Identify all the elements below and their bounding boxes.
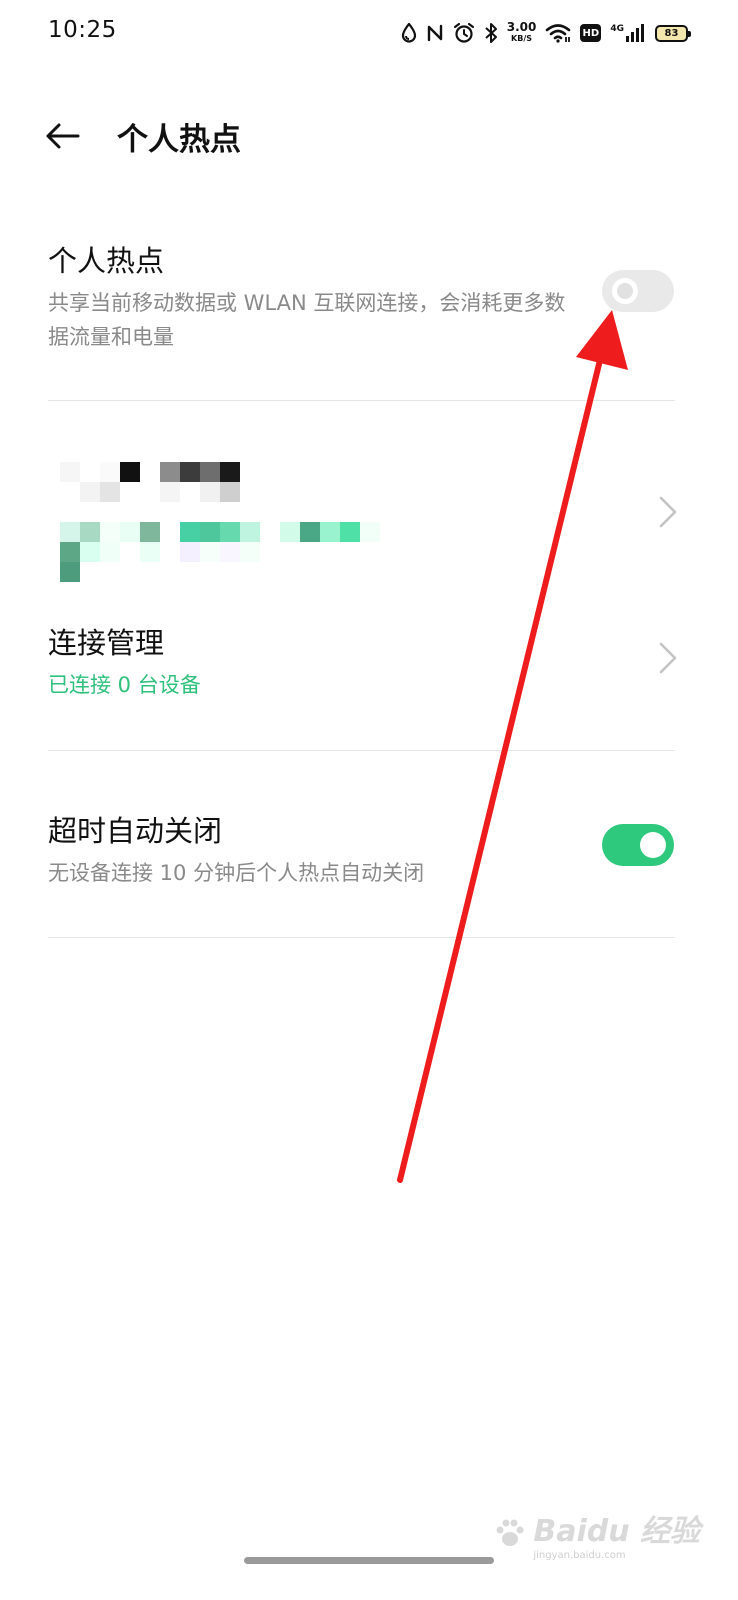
auto-off-title: 超时自动关闭 xyxy=(48,814,223,848)
toggle-knob xyxy=(612,278,638,304)
battery-indicator: 83 xyxy=(655,24,691,42)
wifi-icon xyxy=(546,24,571,43)
baidu-watermark: Baidu 经验 jingyan.baidu.com xyxy=(493,1506,700,1561)
status-icons: 3.00 KB/S HD 4G 83 xyxy=(401,18,691,48)
app-header: 个人热点 xyxy=(0,100,738,170)
hotspot-title: 个人热点 xyxy=(48,244,165,278)
connected-devices-count: 已连接 0 台设备 xyxy=(48,673,201,697)
status-time: 10:25 xyxy=(48,17,117,43)
paw-icon xyxy=(496,1519,524,1546)
watermark-text-group: Baidu 经验 jingyan.baidu.com xyxy=(533,1506,700,1561)
connection-management-title: 连接管理 xyxy=(48,626,165,660)
bluetooth-icon xyxy=(485,23,497,43)
toggle-knob xyxy=(640,832,666,858)
watermark-sub: jingyan.baidu.com xyxy=(533,1550,626,1561)
redacted-network-name xyxy=(60,462,260,502)
cell-signal-icon xyxy=(626,24,644,42)
hotspot-subtitle: 共享当前移动数据或 WLAN 互联网连接，会消耗更多数据流量和电量 xyxy=(48,291,566,349)
auto-off-toggle[interactable] xyxy=(602,824,674,866)
network-type: 4G xyxy=(610,24,624,34)
divider xyxy=(48,400,675,401)
water-drop-icon xyxy=(401,23,416,43)
nfc-icon xyxy=(427,24,442,42)
cell-signal: 4G xyxy=(610,23,646,43)
back-arrow-icon xyxy=(46,123,80,149)
connection-management-row[interactable]: 连接管理 已连接 0 台设备 xyxy=(48,620,678,702)
speed-unit: KB/S xyxy=(511,34,533,43)
back-button[interactable] xyxy=(40,114,84,158)
divider xyxy=(48,750,675,751)
divider xyxy=(48,937,675,938)
alarm-icon xyxy=(453,22,474,43)
auto-off-subtitle: 无设备连接 10 分钟后个人热点自动关闭 xyxy=(48,861,425,885)
hd-badge: HD xyxy=(580,24,602,42)
status-bar: 10:25 3.00 KB/S HD 4G 83 xyxy=(0,0,738,66)
chevron-right-icon[interactable] xyxy=(656,641,680,675)
hotspot-toggle[interactable] xyxy=(602,270,674,312)
hotspot-row: 个人热点 共享当前移动数据或 WLAN 互联网连接，会消耗更多数据流量和电量 xyxy=(48,238,678,354)
home-indicator[interactable] xyxy=(244,1557,494,1564)
chevron-right-icon[interactable] xyxy=(656,495,680,529)
redacted-network-detail xyxy=(60,522,380,582)
watermark-text: Baidu 经验 xyxy=(533,1514,700,1549)
network-speed: 3.00 KB/S xyxy=(506,20,537,44)
speed-value: 3.00 xyxy=(506,20,537,34)
auto-off-row: 超时自动关闭 无设备连接 10 分钟后个人热点自动关闭 xyxy=(48,808,678,890)
page-title: 个人热点 xyxy=(117,122,241,158)
